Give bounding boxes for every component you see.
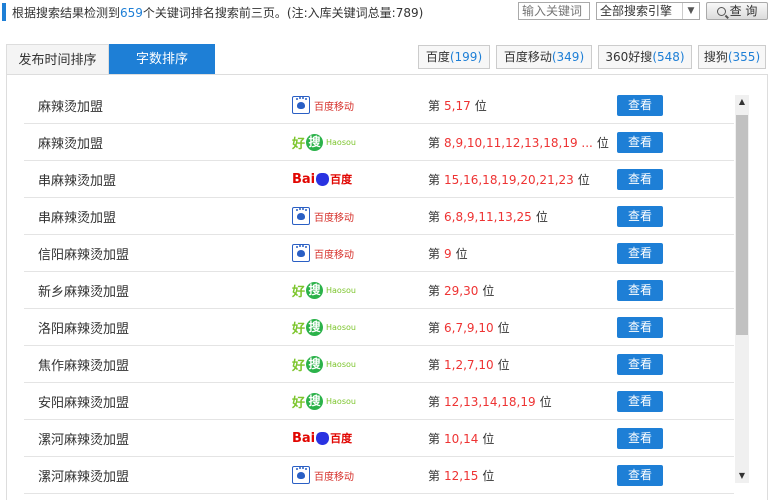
scroll-up-arrow-icon[interactable]: ▲: [735, 95, 749, 109]
rank-positions: 第 6,7,9,10 位: [428, 321, 510, 335]
summary-bar: 根据搜索结果检测到659个关键词排名搜索前三页。(注:入库关键词总量:789) …: [0, 0, 772, 24]
rank-positions: 第 5,17 位: [428, 99, 487, 113]
view-button[interactable]: 查看: [617, 206, 663, 227]
keyword-input[interactable]: [518, 2, 590, 20]
table-row: 洛阳麻辣烫加盟 好搜 Haosou 第 6,7,9,10 位 查看: [24, 309, 734, 346]
view-button[interactable]: 查看: [617, 428, 663, 449]
table-row: 新乡麻辣烫加盟 好搜 Haosou 第 29,30 位 查看: [24, 272, 734, 309]
rank-position-values: 6,8,9,11,13,25: [444, 210, 532, 224]
view-button[interactable]: 查看: [617, 95, 663, 116]
scroll-down-arrow-icon[interactable]: ▼: [735, 469, 749, 483]
baidu-paw-icon: [292, 207, 310, 225]
view-button[interactable]: 查看: [617, 169, 663, 190]
table-row: 漯河麻辣烫加盟 百度移动 第 12,15 位 查看: [24, 457, 734, 494]
scrollbar-thumb[interactable]: [736, 115, 748, 335]
tab-sort-by-publish-time[interactable]: 发布时间排序: [6, 44, 109, 75]
search-button[interactable]: 查 询: [706, 2, 768, 20]
view-button[interactable]: 查看: [617, 280, 663, 301]
table-row: 麻辣烫加盟 好搜 Haosou 第 8,9,10,11,12,13,18,19 ... 位…: [24, 124, 734, 161]
accent-bar: [2, 3, 6, 21]
table-row: 串麻辣烫加盟 百度移动 第 6,8,9,11,13,25 位 查看: [24, 198, 734, 235]
keyword-text: 漯河麻辣烫加盟: [38, 433, 130, 448]
rank-positions: 第 12,13,14,18,19 位: [428, 395, 552, 409]
haosou-logo: 好搜 Haosou: [292, 133, 356, 152]
keyword-text: 焦作麻辣烫加盟: [38, 359, 130, 374]
summary-count: 659: [120, 6, 143, 20]
baidu-paw-icon: [316, 431, 330, 445]
rank-position-values: 12,15: [444, 469, 479, 483]
rank-position-values: 29,30: [444, 284, 479, 298]
keyword-text: 信阳麻辣烫加盟: [38, 248, 130, 263]
baidu-mobile-logo: 百度移动: [292, 464, 354, 486]
rank-position-values: 12,13,14,18,19: [444, 395, 536, 409]
engine-tab-baidu[interactable]: 百度(199): [418, 45, 490, 69]
rank-positions: 第9位: [428, 247, 468, 261]
keyword-text: 麻辣烫加盟: [38, 137, 104, 152]
keyword-ranking-list: 麻辣烫加盟 百度移动第 5,17 位查看 麻辣烫加盟好搜 Haosou 第 8,9,10,11…: [24, 87, 734, 500]
baidu-logo: Bai 百度: [292, 430, 353, 446]
table-row: 串麻辣烫加盟 Bai 百度 第 15,16,18,19,20,21,23 位 查看: [24, 161, 734, 198]
view-button[interactable]: 查看: [617, 132, 663, 153]
rank-position-values: 15,16,18,19,20,21,23: [444, 173, 574, 187]
table-row: 安阳麻辣烫加盟 好搜 Haosou 第 12,13,14,18,19 位 查看: [24, 383, 734, 420]
keyword-text: 串麻辣烫加盟: [38, 174, 117, 189]
rank-position-values: 10,14: [444, 432, 479, 446]
haosou-logo: 好搜 Haosou: [292, 355, 356, 374]
engine-select[interactable]: 全部搜索引擎 ▼: [596, 2, 700, 20]
engine-tab-baidu-mobile[interactable]: 百度移动(349): [496, 45, 592, 69]
baidu-paw-icon: [292, 244, 310, 262]
view-button[interactable]: 查看: [617, 354, 663, 375]
baidu-logo: Bai 百度: [292, 171, 353, 187]
rank-position-values: 1,2,7,10: [444, 358, 494, 372]
haosou-logo: 好搜 Haosou: [292, 281, 356, 300]
table-row: 焦作麻辣烫加盟 好搜 Haosou 第 1,2,7,10 位 查看: [24, 346, 734, 383]
search-icon: [716, 7, 726, 16]
keyword-text: 麻辣烫加盟: [38, 100, 104, 115]
rank-positions: 第 6,8,9,11,13,25 位: [428, 210, 548, 224]
keyword-text: 新乡麻辣烫加盟: [38, 285, 130, 300]
summary-text: 根据搜索结果检测到659个关键词排名搜索前三页。(注:入库关键词总量:789): [12, 6, 424, 20]
rank-position-values: 5,17: [444, 99, 471, 113]
haosou-logo: 好搜 Haosou: [292, 392, 356, 411]
view-button[interactable]: 查看: [617, 243, 663, 264]
chevron-down-icon: ▼: [682, 3, 699, 19]
engine-tab-sogou[interactable]: 搜狗(355): [698, 45, 766, 69]
baidu-paw-icon: [316, 172, 330, 186]
baidu-paw-icon: [292, 96, 310, 114]
rank-position-values: 6,7,9,10: [444, 321, 494, 335]
baidu-mobile-logo: 百度移动: [292, 94, 354, 116]
view-button[interactable]: 查看: [617, 391, 663, 412]
keyword-text: 串麻辣烫加盟: [38, 211, 117, 226]
table-row: 麻辣烫加盟 百度移动 第 5,17 位 查看: [24, 87, 734, 124]
rank-positions: 第 1,2,7,10 位: [428, 358, 510, 372]
view-button[interactable]: 查看: [617, 317, 663, 338]
rank-positions: 第 10,14 位: [428, 432, 495, 446]
scrollbar[interactable]: ▲ ▼: [735, 95, 749, 483]
keyword-text: 漯河麻辣烫加盟: [38, 470, 130, 485]
table-row: 信阳麻辣烫加盟 百度移动 第 9 位 查看: [24, 235, 734, 272]
keyword-text: 安阳麻辣烫加盟: [38, 396, 130, 411]
rank-positions: 第 29,30 位: [428, 284, 495, 298]
rank-position-values: 9: [444, 247, 452, 261]
rank-positions: 第 8,9,10,11,12,13,18,19 ... 位: [428, 136, 609, 150]
baidu-mobile-logo: 百度移动: [292, 242, 354, 264]
baidu-paw-icon: [292, 466, 310, 484]
baidu-mobile-logo: 百度移动: [292, 205, 354, 227]
haosou-logo: 好搜 Haosou: [292, 318, 356, 337]
view-button[interactable]: 查看: [617, 465, 663, 486]
rank-positions: 第 12,15 位: [428, 469, 495, 483]
tab-sort-by-word-count[interactable]: 字数排序: [109, 44, 215, 75]
table-row: 漯河麻辣烫加盟 Bai 百度 第 10,14 位 查看: [24, 420, 734, 457]
keyword-text: 洛阳麻辣烫加盟: [38, 322, 130, 337]
rank-positions: 第 15,16,18,19,20,21,23 位: [428, 173, 590, 187]
engine-tab-360-haosou[interactable]: 360好搜(548): [598, 45, 692, 69]
rank-position-values: 8,9,10,11,12,13,18,19 ...: [444, 136, 593, 150]
